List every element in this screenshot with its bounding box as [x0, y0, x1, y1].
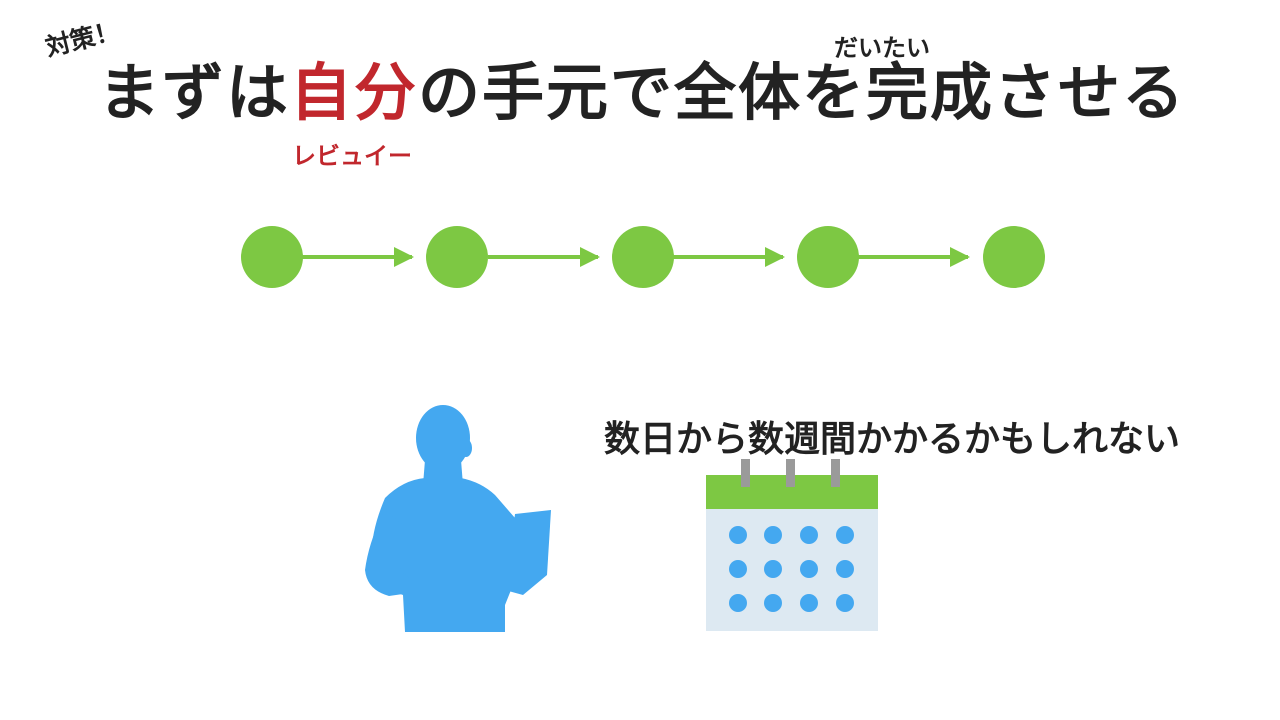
calendar-ring-1 — [741, 459, 750, 487]
calendar-icon — [706, 459, 878, 631]
flow-node-1 — [241, 226, 303, 288]
calendar-dot — [800, 560, 818, 578]
title-suffix: の手元で全体を完成させる — [418, 56, 1187, 129]
calendar-dot — [764, 526, 782, 544]
calendar-dot — [836, 594, 854, 612]
calendar-dot — [800, 526, 818, 544]
flow-node-2 — [426, 226, 488, 288]
ruby-annotation-bottom: レビュイー — [292, 142, 412, 170]
flow-node-4 — [797, 226, 859, 288]
calendar-dot — [764, 594, 782, 612]
calendar-dot — [729, 526, 747, 544]
title-prefix: まずは — [98, 56, 291, 129]
page-title: まずは自分の手元で全体を完成させる — [98, 62, 1186, 124]
calendar-ring-3 — [831, 459, 840, 487]
flow-node-3 — [612, 226, 674, 288]
calendar-dot — [836, 526, 854, 544]
flow-node-5 — [983, 226, 1045, 288]
flow-diagram — [241, 226, 1045, 288]
calendar-dot — [729, 560, 747, 578]
duration-caption: 数日から数週間かかるかもしれない — [604, 419, 1181, 460]
calendar-dot — [729, 594, 747, 612]
title-accent: 自分 — [290, 56, 419, 129]
calendar-dot — [800, 594, 818, 612]
calendar-dot — [836, 560, 854, 578]
person-with-laptop-icon — [365, 405, 551, 632]
calendar-ring-2 — [786, 459, 795, 487]
calendar-dot — [764, 560, 782, 578]
